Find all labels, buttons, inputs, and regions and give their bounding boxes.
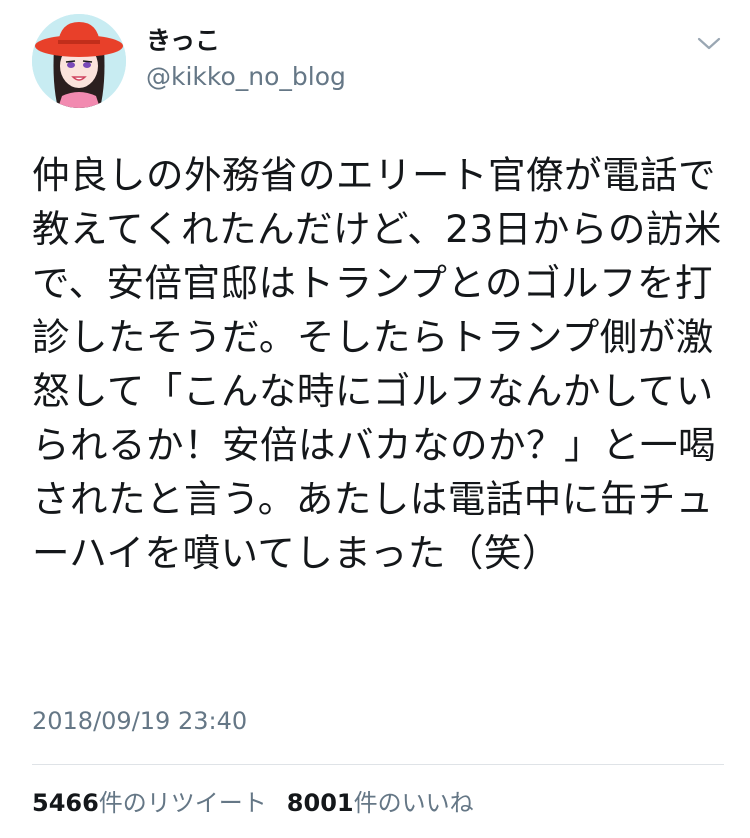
chevron-down-icon[interactable] (696, 34, 722, 54)
divider (32, 764, 724, 765)
handle[interactable]: @kikko_no_blog (146, 62, 346, 92)
avatar[interactable] (32, 14, 126, 108)
tweet-text: 仲良しの外務省のエリート官僚が電話で教えてくれたんだけど、23日からの訪米で、安… (32, 153, 722, 575)
retweets-stat[interactable]: 5466件のリツイート (32, 788, 267, 818)
likes-stat[interactable]: 8001件のいいね (287, 788, 474, 818)
likes-label: 件のいいね (353, 789, 474, 817)
tweet-header: きっこ @kikko_no_blog (0, 0, 750, 120)
tweet-stats: 5466件のリツイート 8001件のいいね (32, 788, 474, 818)
display-name[interactable]: きっこ (146, 26, 220, 56)
retweets-label: 件のリツイート (98, 789, 267, 817)
timestamp[interactable]: 2018/09/19 23:40 (32, 706, 247, 736)
retweets-count: 5466 (32, 789, 99, 817)
likes-count: 8001 (286, 789, 354, 817)
cartoon-woman-avatar-icon (32, 14, 126, 108)
